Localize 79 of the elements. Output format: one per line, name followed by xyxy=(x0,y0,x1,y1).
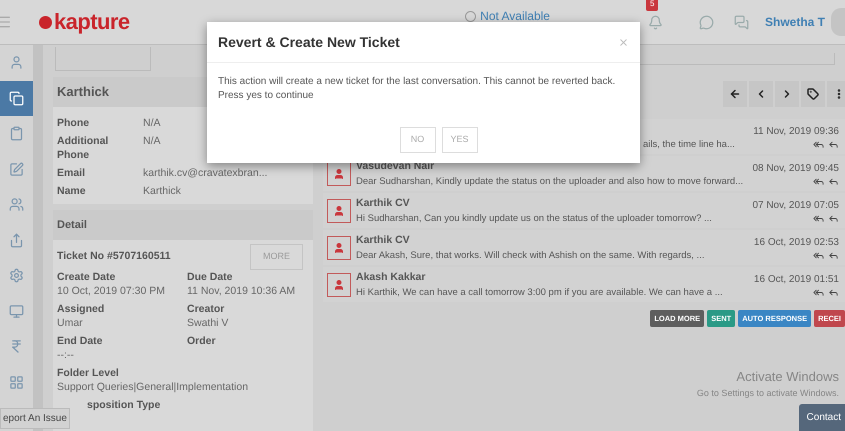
field-label: Order xyxy=(187,334,217,348)
back-button[interactable] xyxy=(723,81,747,107)
report-issue-tab[interactable]: eport An Issue xyxy=(0,408,70,429)
reply-all-icon[interactable] xyxy=(813,176,824,186)
message-date: 16 Oct, 2019 01:51 xyxy=(754,272,839,286)
field-label: Folder Level xyxy=(57,366,120,380)
close-icon[interactable] xyxy=(618,36,629,48)
clipboard-icon xyxy=(9,126,24,142)
field-label: Due Date xyxy=(187,270,234,284)
message-preview: Hi Sudharshan, Can you kindly update us on the status of the uploader tomorrow? ... xyxy=(356,212,713,226)
sender-name: Akash Kakkar xyxy=(356,270,426,284)
field-label: Create Date xyxy=(57,270,116,284)
back-arrow-icon xyxy=(729,88,741,100)
field-value: Karthick xyxy=(143,184,181,198)
ticket-number: Ticket No #5707160511 xyxy=(57,248,171,264)
monitor-icon xyxy=(9,304,24,319)
message-preview: ails, the time line ha... xyxy=(643,138,736,152)
reply-icon[interactable] xyxy=(828,250,839,260)
reply-icon[interactable] xyxy=(828,176,839,186)
user-name[interactable]: Shwetha T xyxy=(764,13,825,31)
reply-all-icon[interactable] xyxy=(813,250,824,260)
field-value: 11 Nov, 2019 10:36 AM xyxy=(187,284,296,298)
tag-icon xyxy=(807,88,819,100)
message-date: 11 Nov, 2019 09:36 xyxy=(753,124,839,138)
status-label[interactable]: Not Available xyxy=(480,7,550,25)
share-icon xyxy=(9,232,24,248)
reply-icon[interactable] xyxy=(828,286,839,298)
field-value: Support Queries|General|Implementation xyxy=(57,380,250,394)
person-icon xyxy=(9,55,24,70)
message-date: 08 Nov, 2019 09:45 xyxy=(752,162,839,176)
reply-icon[interactable] xyxy=(828,212,839,224)
field-label: sposition Type xyxy=(86,398,162,412)
conversations-icon[interactable] xyxy=(734,14,749,30)
reply-all-icon[interactable] xyxy=(813,138,824,150)
notification-count: 5 xyxy=(646,0,658,10)
sender-name: Karthik CV xyxy=(356,196,411,210)
section-title: Detail xyxy=(57,218,87,233)
field-value: karthik.cv@cravatexbran... xyxy=(143,166,268,180)
grid-icon xyxy=(9,374,24,390)
rupee-icon xyxy=(9,339,24,354)
customer-name: Karthick xyxy=(57,83,110,102)
field-label: Assigned xyxy=(57,302,106,316)
activation-subtitle: Go to Settings to activate Windows. xyxy=(696,386,839,400)
reply-all-icon[interactable] xyxy=(813,212,824,224)
field-value: --:-- xyxy=(57,348,75,362)
edit-icon xyxy=(9,162,24,177)
logo-mark-icon xyxy=(39,16,52,28)
message-preview: Dear Akash, Sure, that works. Will check with Ashish on the same. With regards, ... xyxy=(356,248,706,262)
sender-name: Karthik CV xyxy=(356,232,411,248)
field-label: Phone xyxy=(57,116,90,130)
modal-message: This action will create a new ticket for the last conversation. This cannot be reverted back. Press yes to continue xyxy=(217,75,616,103)
field-value: N/A xyxy=(143,116,161,130)
chat-icon[interactable] xyxy=(698,14,714,30)
reply-all-icon[interactable] xyxy=(813,286,824,298)
tag-button[interactable] xyxy=(801,81,825,107)
contact-button[interactable]: Contact xyxy=(798,404,845,431)
field-label: Email xyxy=(57,166,86,180)
settings-icon xyxy=(9,268,24,284)
field-value: N/A xyxy=(143,134,161,149)
message-preview: Dear Sudharshan, Kindly update the status on the uploader and also how to move forward... xyxy=(356,174,744,188)
more-options-button[interactable] xyxy=(827,81,845,107)
logo: kapture xyxy=(54,11,130,33)
message-date: 16 Oct, 2019 02:53 xyxy=(754,236,839,250)
documents-icon xyxy=(9,90,24,106)
field-label: Additional Phone xyxy=(57,134,110,162)
field-label: Creator xyxy=(187,302,226,316)
field-value: Umar xyxy=(57,316,84,330)
field-label: End Date xyxy=(57,334,104,348)
bell-icon[interactable] xyxy=(648,14,663,30)
modal-title: Revert & Create New Ticket xyxy=(218,32,400,52)
contacts-icon xyxy=(9,197,24,212)
field-label: Name xyxy=(57,184,87,198)
field-value: 10 Oct, 2019 07:30 PM xyxy=(57,284,166,298)
activation-title: Activate Windows xyxy=(736,368,839,386)
message-date: 07 Nov, 2019 07:05 xyxy=(752,198,839,212)
sidebar-item[interactable] xyxy=(0,80,33,116)
field-value: Swathi V xyxy=(187,316,230,330)
reply-icon[interactable] xyxy=(828,138,839,150)
message-preview: Hi Karthik, We can have a call tomorrow 3:00 pm if you are available. We can have a ... xyxy=(356,286,724,300)
